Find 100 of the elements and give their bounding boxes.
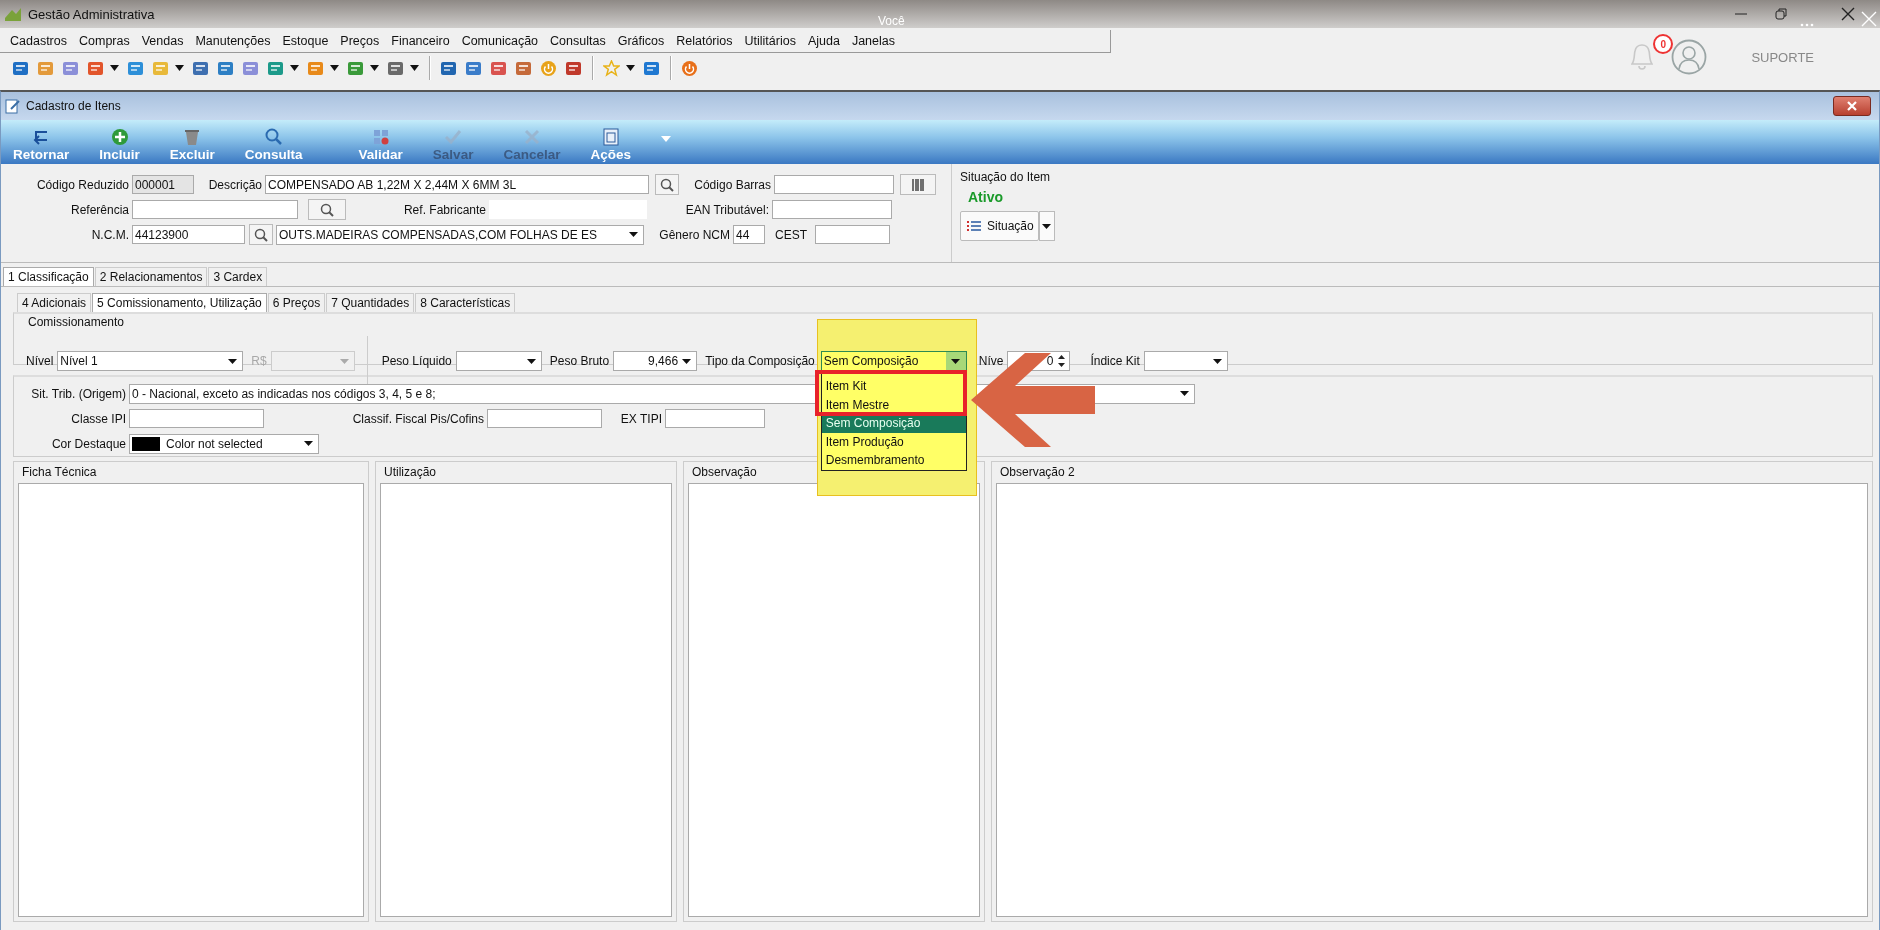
close-icon xyxy=(1846,101,1858,111)
pis-cofins-field[interactable] xyxy=(487,409,602,428)
menu-item[interactable]: Compras xyxy=(79,34,130,48)
field-label: Código Barras xyxy=(693,177,772,192)
panel-icon xyxy=(600,128,621,146)
caret-icon xyxy=(951,358,961,364)
card-icon[interactable] xyxy=(62,59,79,77)
memo-label: Observação xyxy=(692,465,758,479)
menu-item[interactable]: Ajuda xyxy=(807,34,840,48)
notification-badge: 0 xyxy=(1653,34,1674,54)
net-weight-dropdown[interactable] xyxy=(455,351,542,371)
field-label: Código Reduzido xyxy=(35,177,130,192)
field-label: EAN Tributável: xyxy=(684,202,770,217)
memo-label: Utilização xyxy=(384,465,438,479)
field-label: Classif. Fiscal Pis/Cofins xyxy=(351,411,485,426)
menu-item[interactable]: Cadastros xyxy=(10,34,67,48)
level-dropdown[interactable]: Nível 1 xyxy=(57,351,244,371)
ipi-field[interactable] xyxy=(129,409,264,428)
search-icon xyxy=(660,177,674,192)
barcode-field[interactable] xyxy=(774,175,894,194)
section-heading: Situação do Item xyxy=(960,170,1052,184)
memo-field[interactable] xyxy=(380,483,672,917)
field-label: Referência xyxy=(69,202,130,217)
caret-icon[interactable] xyxy=(175,65,184,71)
memo-field[interactable] xyxy=(996,483,1868,917)
tab[interactable]: 6 Preços xyxy=(267,293,326,312)
spinner-arrows-icon xyxy=(1057,354,1067,368)
menu-item[interactable]: Manutenções xyxy=(195,34,271,48)
card-icon[interactable] xyxy=(242,59,259,77)
power-icon[interactable] xyxy=(681,59,698,77)
list-icon xyxy=(967,221,981,231)
search-button[interactable] xyxy=(655,174,679,195)
menu-item[interactable]: Preços xyxy=(340,34,380,48)
cest-field[interactable] xyxy=(815,225,890,244)
more-icon[interactable] xyxy=(1800,23,1814,27)
dropdown-option[interactable]: Item Produção xyxy=(821,432,966,451)
field-label: Descrição xyxy=(207,177,263,192)
star-icon[interactable] xyxy=(603,59,620,77)
memo-field[interactable] xyxy=(688,483,980,917)
field-label: N.C.M. xyxy=(90,227,130,242)
status-button[interactable]: Situação xyxy=(960,211,1039,241)
dropdown-option[interactable]: Desmembramento xyxy=(821,451,966,470)
caret-icon[interactable] xyxy=(330,65,339,71)
barcode-button[interactable] xyxy=(900,174,936,195)
menu-item[interactable]: Gráficos xyxy=(617,34,665,48)
caret-icon xyxy=(1180,391,1189,396)
color-dropdown[interactable]: Color not selected xyxy=(129,433,319,454)
menu-item[interactable]: Estoque xyxy=(282,34,329,48)
search-button[interactable] xyxy=(308,199,346,220)
caret-icon xyxy=(228,358,238,364)
menu-item[interactable]: Financeiro xyxy=(391,34,450,48)
app-icon xyxy=(4,6,22,22)
restore-icon[interactable] xyxy=(1774,7,1788,21)
caret-icon xyxy=(339,358,349,364)
field-label: Sit. Trib. (Origem) xyxy=(30,386,127,401)
caret-icon[interactable] xyxy=(290,65,299,71)
memo-field[interactable] xyxy=(18,483,364,917)
ncm-field[interactable]: 44123900 xyxy=(132,225,245,244)
ean-field[interactable] xyxy=(772,200,892,219)
caret-icon xyxy=(1212,358,1222,364)
menu-item[interactable]: Relatórios xyxy=(676,34,733,48)
color-swatch xyxy=(132,436,160,451)
ex-tipi-field[interactable] xyxy=(665,409,765,428)
menu-item[interactable]: Janelas xyxy=(851,34,895,48)
close-button[interactable] xyxy=(1833,96,1871,116)
caret-icon[interactable] xyxy=(370,65,379,71)
description-field[interactable]: COMPENSADO AB 1,22M X 2,44M X 6MM 3L xyxy=(265,175,649,194)
tab[interactable]: 4 Adicionais xyxy=(17,293,92,312)
kit-index-dropdown[interactable] xyxy=(1143,351,1228,371)
close-icon[interactable] xyxy=(1840,6,1856,22)
search-icon xyxy=(320,202,334,217)
memo-label: Observação 2 xyxy=(1000,465,1076,479)
ncm-description-dropdown[interactable]: OUTS.MADEIRAS COMPENSADAS,COM FOLHAS DE ES xyxy=(276,224,644,245)
tab[interactable]: 8 Características xyxy=(415,293,516,312)
caret-icon[interactable] xyxy=(626,65,635,71)
tab[interactable]: 5 Comissionamento, Utilização xyxy=(92,293,267,312)
user-avatar-icon[interactable] xyxy=(1671,39,1708,75)
caret-icon[interactable] xyxy=(110,65,119,71)
search-button[interactable] xyxy=(249,224,273,245)
composition-dropdown[interactable]: Sem Composição xyxy=(820,351,967,371)
caret-icon xyxy=(1042,223,1052,229)
gross-weight-dropdown[interactable]: 9,466 xyxy=(613,351,698,371)
tab[interactable]: 3 Cardex xyxy=(208,267,268,286)
caret-icon[interactable] xyxy=(410,65,419,71)
reference-field[interactable] xyxy=(132,200,298,219)
field-label: R$ xyxy=(251,354,267,368)
caret-icon xyxy=(629,232,638,237)
search-icon xyxy=(254,227,268,242)
menu-item[interactable]: Comunicação xyxy=(461,34,539,48)
search-icon xyxy=(263,128,284,146)
field-label: EX TIPI xyxy=(619,411,663,426)
menu-item[interactable]: Utilitários xyxy=(744,34,796,48)
tab[interactable]: 2 Relacionamentos xyxy=(94,267,208,286)
menu-item[interactable]: Vendas xyxy=(141,34,184,48)
field-label: Cor Destaque xyxy=(50,436,127,451)
tab[interactable]: 7 Quantidades xyxy=(326,293,415,312)
menu-item[interactable]: Consultas xyxy=(550,34,606,48)
field-label: Ref. Fabricante xyxy=(402,202,487,217)
genre-field[interactable]: 44 xyxy=(733,225,765,244)
tab[interactable]: 1 Classificação xyxy=(3,267,94,286)
